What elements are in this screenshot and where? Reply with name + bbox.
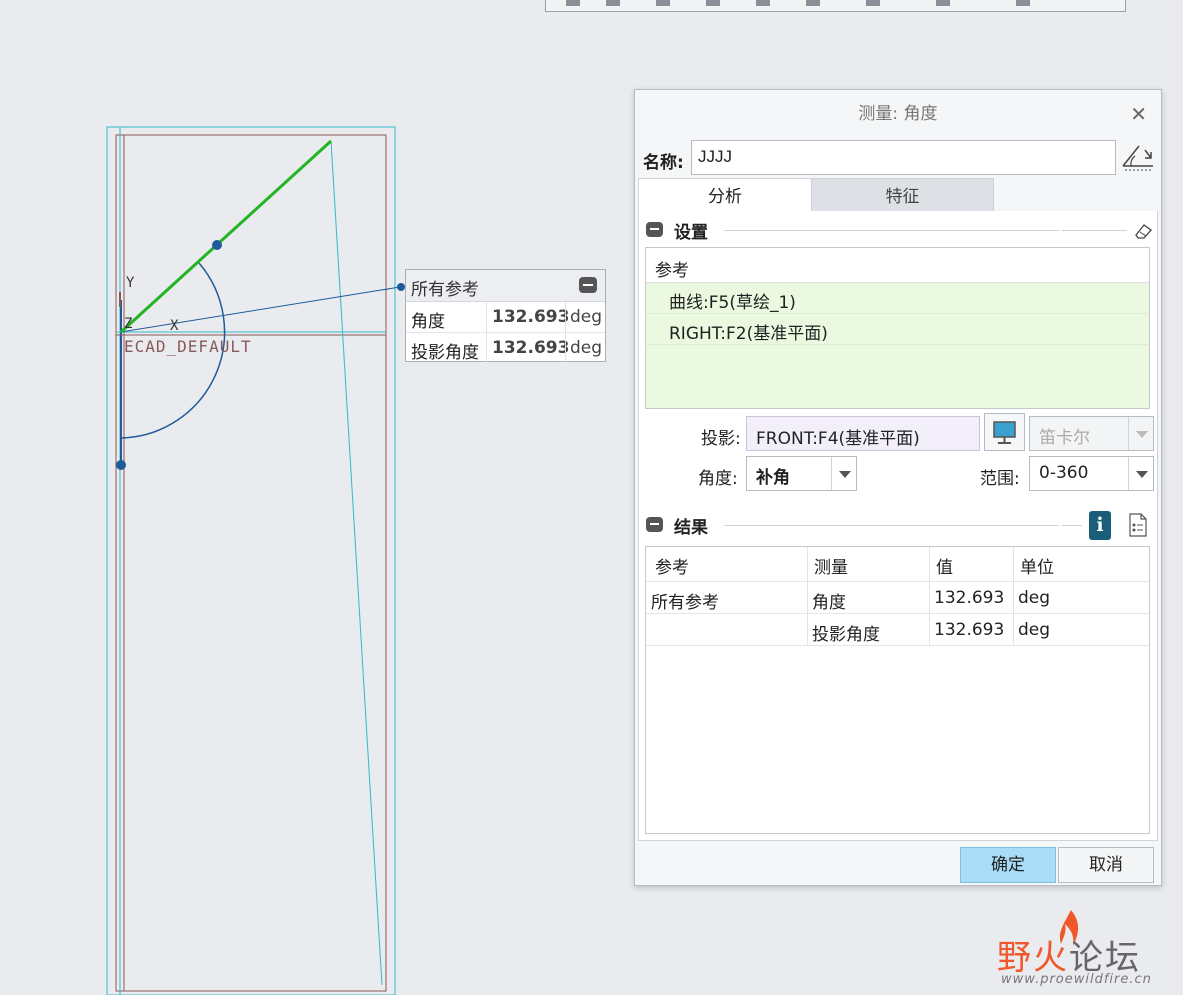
coord-type-select[interactable]: 笛卡尔 [1029, 416, 1154, 451]
tab-analysis[interactable]: 分析 [638, 178, 812, 212]
part-outline-cyan [106, 126, 396, 995]
table-row[interactable]: 所有参考 角度 132.693 deg [646, 582, 1149, 614]
chevron-down-icon [831, 457, 856, 490]
eraser-icon[interactable] [1132, 219, 1154, 241]
collapse-icon[interactable] [579, 277, 597, 293]
sketch-frame [115, 134, 387, 992]
measure-tag-row: 投影角度 132.693 deg [406, 333, 605, 363]
range-label: 范围: [980, 469, 1020, 489]
measure-tag-title: 所有参考 [411, 280, 479, 300]
collapse-icon[interactable] [646, 222, 663, 237]
axis-label-z: Z [124, 316, 132, 332]
monitor-icon [993, 421, 1016, 444]
name-input[interactable]: JJJJ [691, 140, 1116, 175]
projection-field[interactable]: FRONT:F4(基准平面) [746, 416, 980, 451]
results-table: 参考 测量 值 单位 所有参考 角度 132.693 deg 投影角度 132.… [645, 546, 1150, 834]
save-measure-icon[interactable] [1121, 140, 1155, 174]
projection-view-button[interactable] [984, 413, 1025, 451]
results-title: 结果 [674, 518, 708, 538]
analysis-panel: 设置 参考 曲线:F5(草绘_1) RIGHT:F2(基准平面) 投影: FRO… [638, 211, 1158, 841]
settings-title: 设置 [674, 223, 708, 243]
axis-label-y: Y [126, 275, 135, 291]
measure-point-2 [116, 460, 126, 470]
results-section-header: 结果 [646, 510, 1152, 538]
references-list[interactable]: 参考 曲线:F5(草绘_1) RIGHT:F2(基准平面) [645, 247, 1150, 409]
chevron-down-icon [1128, 417, 1153, 450]
dialog-title: 测量: 角度 [858, 104, 938, 124]
axis-label-x: X [170, 318, 179, 334]
projection-label: 投影: [701, 429, 741, 449]
datum-line-diagonal [330, 140, 383, 986]
forum-watermark: 野火论坛 www.proewildfire.cn [997, 908, 1177, 988]
name-label: 名称: [643, 153, 684, 173]
report-icon[interactable] [1129, 513, 1147, 537]
angle-type-select[interactable]: 补角 [746, 456, 857, 491]
list-item[interactable]: 曲线:F5(草绘_1) [646, 283, 1149, 314]
range-select[interactable]: 0-360 [1029, 456, 1154, 491]
chevron-down-icon [1128, 457, 1153, 490]
collapse-icon[interactable] [646, 517, 663, 532]
dialog-tabs: 分析 特征 [638, 178, 1158, 212]
tab-feature[interactable]: 特征 [812, 178, 994, 212]
angle-label: 角度: [698, 469, 738, 489]
info-icon[interactable]: i [1089, 511, 1111, 540]
close-icon[interactable]: ✕ [1130, 102, 1147, 126]
measure-angle-dialog: 测量: 角度 ✕ 名称: JJJJ 分析 特征 设置 参考 曲线:F5(草绘_1… [634, 89, 1162, 886]
settings-section-header: 设置 [646, 215, 1152, 243]
measure-tag-row: 角度 132.693 deg [406, 302, 605, 333]
table-header: 参考 测量 值 单位 [646, 547, 1149, 582]
cancel-button[interactable]: 取消 [1058, 847, 1154, 883]
table-row[interactable]: 投影角度 132.693 deg [646, 614, 1149, 646]
references-header: 参考 [655, 261, 689, 281]
ok-button[interactable]: 确定 [960, 847, 1056, 883]
measure-point-1 [212, 240, 222, 250]
watermark-url: www.proewildfire.cn [1001, 972, 1152, 987]
measure-tag[interactable]: 所有参考 角度 132.693 deg 投影角度 132.693 deg [405, 269, 606, 363]
list-item[interactable]: RIGHT:F2(基准平面) [646, 314, 1149, 345]
csys-label: ECAD_DEFAULT [124, 337, 252, 356]
